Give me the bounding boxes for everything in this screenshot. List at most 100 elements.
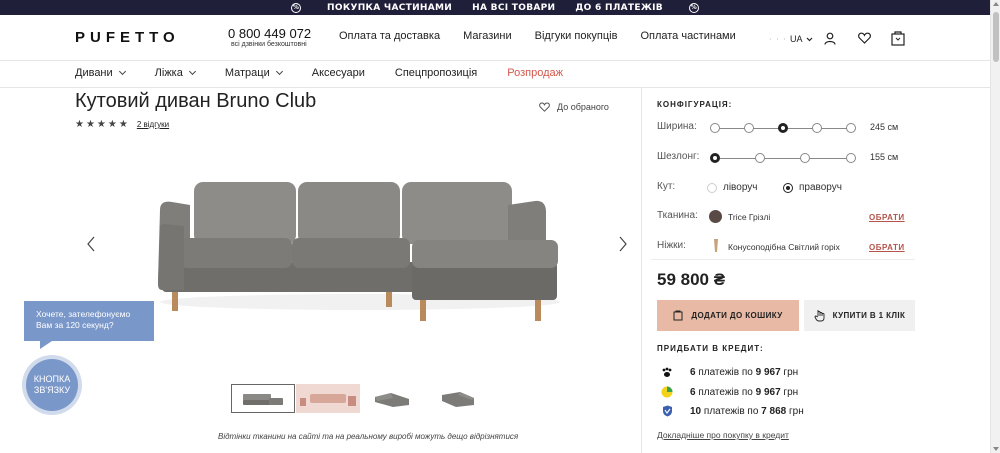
phone-number[interactable]: 0 800 449 072	[228, 26, 311, 41]
config-title: КОНФІГУРАЦІЯ:	[657, 100, 733, 109]
reviews-link[interactable]: 2 відгуки	[137, 120, 169, 129]
add-to-cart-label: ДОДАТИ ДО КОШИКУ	[691, 311, 783, 320]
category-label: Розпродаж	[507, 67, 564, 79]
credit-text: платежів по	[695, 366, 756, 378]
thumbnail-strip	[231, 384, 491, 413]
credit-option[interactable]: 10 платежів по 7 868 грн	[660, 405, 804, 417]
category-label: Аксесуари	[311, 67, 365, 79]
topnav-link-reviews[interactable]: Відгуки покупців	[535, 30, 618, 42]
thumbnail[interactable]	[296, 384, 360, 413]
thumbnail[interactable]	[426, 384, 490, 413]
chevron-down-icon	[806, 37, 812, 42]
thumbnail-image	[375, 392, 409, 407]
topnav-link-stores[interactable]: Магазини	[463, 30, 512, 42]
slider-stop[interactable]	[846, 123, 856, 133]
credit-option[interactable]: 6 платежів по 9 967 грн	[660, 386, 798, 398]
rating-stars: ★★★★★	[75, 119, 130, 130]
credit-text: платежів по	[695, 386, 756, 398]
thumbnail-image	[442, 391, 474, 407]
slider-stop[interactable]	[846, 153, 856, 163]
credit-count: 10	[690, 405, 702, 417]
category-beds[interactable]: Ліжка	[154, 67, 196, 79]
slider-stop[interactable]	[744, 123, 754, 133]
promo-item: НА ВСІ ТОВАРИ	[472, 2, 556, 13]
category-label: Матраци	[224, 67, 270, 79]
chevron-down-icon	[275, 67, 283, 76]
slider-stop[interactable]	[812, 123, 822, 133]
corner-right-radio[interactable]: праворуч	[783, 182, 842, 193]
promo-bar: % ПОКУПКА ЧАСТИНАМИ НА ВСІ ТОВАРИ ДО 6 П…	[0, 0, 990, 15]
rating: ★★★★★ 2 відгуки	[75, 119, 169, 130]
category-accessories[interactable]: Аксесуари	[312, 67, 365, 79]
percent-icon: %	[291, 2, 302, 13]
thumbnail[interactable]	[361, 384, 425, 413]
slider-stop-selected[interactable]	[778, 123, 788, 133]
leg-thumbnail	[714, 239, 718, 252]
carousel-prev-arrow[interactable]	[86, 236, 96, 252]
thumbnail[interactable]	[231, 384, 295, 413]
product-image	[158, 182, 560, 321]
fabric-swatch	[709, 210, 722, 223]
promo-item: ДО 6 ПЛАТЕЖІВ	[575, 2, 663, 13]
site-logo[interactable]: PUFETTO	[75, 29, 180, 46]
slider-stop[interactable]	[755, 153, 765, 163]
thumbnail-image	[296, 384, 360, 413]
choose-fabric-link[interactable]: ОБРАТИ	[869, 213, 905, 222]
radio-circle-checked	[783, 182, 793, 193]
radio-label: ліворуч	[723, 182, 758, 193]
credit-info-link[interactable]: Докладніше про покупку в кредит	[657, 430, 789, 440]
fabric-label: Тканина:	[657, 210, 698, 221]
category-sale[interactable]: Розпродаж	[507, 67, 563, 79]
scroll-thumb[interactable]	[993, 12, 999, 62]
slider-stop-selected[interactable]	[710, 153, 720, 163]
legs-name: Конусоподібна Світлий горіх	[728, 242, 840, 252]
category-nav: Дивани Ліжка Матраци Аксесуари Спецпропо…	[0, 61, 990, 88]
product-title: Кутовий диван Bruno Club	[75, 90, 317, 112]
user-icon[interactable]	[824, 32, 836, 45]
language-select[interactable]: UA	[790, 34, 813, 44]
page-scrollbar[interactable]	[990, 0, 1000, 453]
add-to-favorites[interactable]: До обраного	[539, 102, 609, 112]
callback-button[interactable]: КНОПКА ЗВ'ЯЗКУ	[26, 359, 78, 411]
category-label: Ліжка	[154, 67, 183, 79]
credit-title: ПРИДБАТИ В КРЕДИТ:	[657, 344, 764, 353]
scroll-down-arrow[interactable]	[993, 447, 999, 451]
chaise-slider[interactable]	[710, 152, 856, 164]
carousel-next-arrow[interactable]	[618, 236, 628, 252]
credit-text: платежів по	[701, 405, 762, 417]
chaise-value: 155 см	[870, 152, 899, 162]
heart-icon[interactable]	[858, 32, 871, 44]
top-nav: Оплата та доставка Магазини Відгуки поку…	[339, 30, 759, 42]
callback-bubble[interactable]: Хочете, зателефонуємо Вам за 120 секунд?	[24, 301, 154, 349]
credit-currency: грн	[780, 386, 799, 398]
promo-item: ПОКУПКА ЧАСТИНАМИ	[327, 2, 453, 13]
choose-legs-link[interactable]: ОБРАТИ	[869, 243, 905, 252]
chevron-down-icon	[118, 67, 126, 76]
thumbnail-image	[243, 393, 283, 405]
credit-currency: грн	[780, 366, 799, 378]
slider-track	[714, 157, 851, 159]
buy-1click-button[interactable]: КУПИТИ В 1 КЛІК	[804, 300, 915, 331]
cart-icon[interactable]	[891, 31, 905, 46]
site-header: PUFETTO 0 800 449 072 всі дзвінки безкош…	[0, 15, 990, 61]
category-special-offers[interactable]: Спецпропозиція	[395, 67, 477, 79]
scroll-up-arrow[interactable]	[993, 2, 999, 6]
more-dots[interactable]: · · ·	[769, 35, 787, 44]
corner-left-radio[interactable]: ліворуч	[707, 182, 757, 193]
credit-option[interactable]: 6 платежів по 9 967 грн	[660, 366, 798, 378]
radio-circle	[707, 182, 717, 193]
add-to-cart-button[interactable]: ДОДАТИ ДО КОШИКУ	[657, 300, 799, 331]
width-slider[interactable]	[710, 122, 856, 134]
category-sofas[interactable]: Дивани	[75, 67, 126, 79]
buy-1click-label: КУПИТИ В 1 КЛІК	[832, 311, 906, 320]
price: 59 800 ₴	[657, 270, 726, 289]
width-value: 245 см	[870, 122, 899, 132]
category-mattresses[interactable]: Матраци	[224, 67, 283, 79]
slider-stop[interactable]	[710, 123, 720, 133]
fabric-name: Trice Грізлі	[728, 212, 771, 222]
credit-amount: 9 967	[755, 386, 781, 398]
slider-stop[interactable]	[800, 153, 810, 163]
favorites-label: До обраного	[557, 102, 609, 112]
topnav-link-delivery[interactable]: Оплата та доставка	[339, 30, 440, 42]
topnav-link-installments[interactable]: Оплата частинами	[640, 30, 735, 42]
